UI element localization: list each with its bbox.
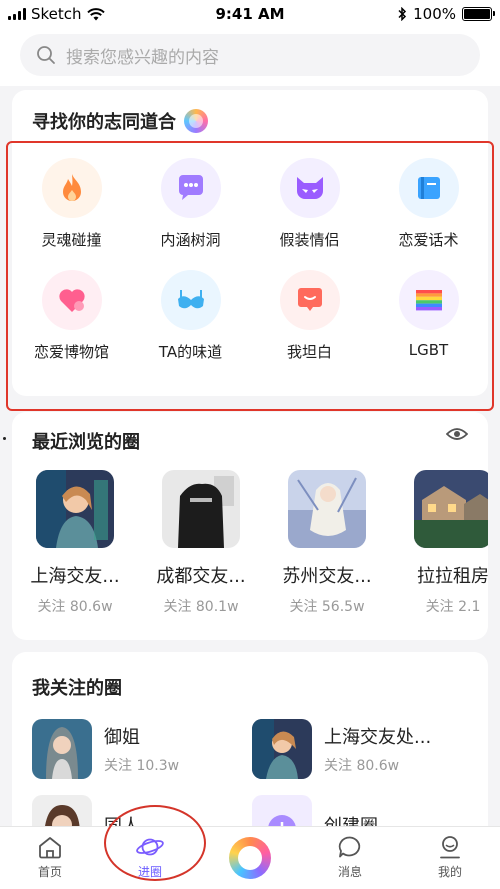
circle-avatar — [252, 719, 312, 779]
cat-mask-icon — [279, 158, 340, 218]
tab-messages[interactable]: 消息 — [300, 827, 400, 889]
search-icon — [37, 46, 55, 64]
recent-follow-count: 关注 2.1 — [425, 599, 481, 615]
recent-follow-count: 关注 80.6w — [37, 599, 113, 615]
category-label: 恋爱话术 — [398, 231, 459, 249]
recent-follow-count: 关注 56.5w — [289, 599, 365, 615]
circle-thumbnail — [288, 470, 366, 548]
recent-item-rent[interactable]: 拉拉租房 关注 2.1 — [390, 470, 488, 630]
recent-item-suzhou[interactable]: 苏州交友... 关注 56.5w — [264, 470, 390, 630]
profile-icon — [440, 836, 460, 859]
category-label: 假装情侣 — [279, 231, 340, 249]
category-label: 内涵树洞 — [160, 231, 221, 249]
category-label: 我坦白 — [286, 343, 332, 361]
planet-icon — [136, 838, 164, 856]
wifi-icon — [86, 7, 105, 20]
status-bar: Sketch 9:41 AM 100% — [0, 0, 500, 28]
circle-thumbnail — [36, 470, 114, 548]
category-lgbt[interactable]: LGBT — [369, 258, 488, 370]
tab-label: 进圈 — [137, 865, 162, 879]
following-card: 我关注的圈 御姐 关注 10.3w 上海交友处... 关注 80.6w — [12, 652, 488, 852]
rainbow-badge-icon — [184, 109, 208, 133]
home-icon — [39, 837, 61, 859]
stray-dot — [3, 437, 6, 440]
message-bubble-icon — [338, 836, 361, 858]
message-icon — [279, 270, 340, 330]
battery-percent: 100% — [413, 5, 456, 23]
category-confession-hole[interactable]: 内涵树洞 — [131, 146, 250, 258]
circle-thumbnail — [414, 470, 488, 548]
category-love-museum[interactable]: 恋爱博物馆 — [12, 258, 131, 370]
category-label: 灵魂碰撞 — [41, 231, 102, 249]
circle-avatar — [32, 719, 92, 779]
status-time: 9:41 AM — [215, 5, 285, 23]
recent-follow-count: 关注 80.1w — [163, 599, 239, 615]
category-soul-collision[interactable]: 灵魂碰撞 — [12, 146, 131, 258]
tab-center-action[interactable] — [200, 827, 300, 889]
circle-thumbnail — [162, 470, 240, 548]
following-item-shanghai[interactable]: 上海交友处... 关注 80.6w — [252, 718, 472, 780]
recent-item-shanghai[interactable]: 上海交友... 关注 80.6w — [12, 470, 138, 630]
category-label: TA的味道 — [158, 343, 223, 361]
following-title: 我关注的圈 — [32, 678, 122, 699]
chat-bubble-icon — [160, 158, 221, 218]
recent-circles-card: 最近浏览的圈 上海交友... 关注 80.6w 成都交友... 关注 80.1w… — [12, 412, 488, 640]
bra-icon — [160, 270, 221, 330]
following-name: 上海交友处... — [324, 727, 432, 748]
category-love-talk[interactable]: 恋爱话术 — [369, 146, 488, 258]
battery-icon — [462, 7, 495, 21]
tab-label: 我的 — [437, 865, 462, 879]
following-item-yujie[interactable]: 御姐 关注 10.3w — [32, 718, 252, 780]
following-follow-count: 关注 10.3w — [104, 758, 180, 774]
bottom-tab-bar: 首页 进圈 消息 我的 — [0, 826, 500, 889]
heart-icon — [41, 270, 102, 330]
rainbow-flag-icon — [398, 270, 459, 330]
category-label: LGBT — [408, 341, 449, 359]
following-name: 御姐 — [104, 727, 140, 748]
eye-icon[interactable] — [446, 426, 468, 442]
recent-name: 苏州交友... — [282, 566, 372, 587]
recent-item-chengdu[interactable]: 成都交友... 关注 80.1w — [138, 470, 264, 630]
tab-label: 消息 — [337, 865, 362, 879]
category-confess[interactable]: 我坦白 — [250, 258, 369, 370]
tab-label: 首页 — [37, 865, 62, 879]
search-placeholder: 搜索您感兴趣的内容 — [66, 47, 219, 68]
recent-name: 上海交友... — [30, 566, 120, 587]
bluetooth-icon — [398, 7, 407, 21]
tab-profile[interactable]: 我的 — [400, 827, 500, 889]
category-label: 恋爱博物馆 — [33, 343, 109, 361]
following-follow-count: 关注 80.6w — [324, 758, 400, 774]
tab-enter-circle[interactable]: 进圈 — [100, 827, 200, 889]
signal-icon — [8, 8, 26, 20]
book-icon — [398, 158, 459, 218]
search-input[interactable]: 搜索您感兴趣的内容 — [20, 34, 480, 76]
recent-name: 成都交友... — [156, 566, 246, 587]
search-area: 搜索您感兴趣的内容 — [0, 28, 500, 86]
recent-list: 上海交友... 关注 80.6w 成都交友... 关注 80.1w 苏州交友..… — [12, 470, 488, 630]
flame-icon — [41, 158, 102, 218]
tab-home[interactable]: 首页 — [0, 827, 100, 889]
category-ta-taste[interactable]: TA的味道 — [131, 258, 250, 370]
discover-card: 寻找你的志同道合 灵魂碰撞 内涵树洞 假装情侣 恋爱话术 恋爱博物馆 TA的味道… — [12, 90, 488, 396]
recent-name: 拉拉租房 — [417, 566, 488, 587]
category-grid: 灵魂碰撞 内涵树洞 假装情侣 恋爱话术 恋爱博物馆 TA的味道 我坦白 LGBT — [12, 146, 488, 370]
recent-title: 最近浏览的圈 — [32, 432, 140, 453]
discover-title: 寻找你的志同道合 — [32, 108, 208, 134]
category-fake-couple[interactable]: 假装情侣 — [250, 146, 369, 258]
center-ring-icon — [229, 837, 271, 879]
carrier-name: Sketch — [31, 5, 82, 23]
